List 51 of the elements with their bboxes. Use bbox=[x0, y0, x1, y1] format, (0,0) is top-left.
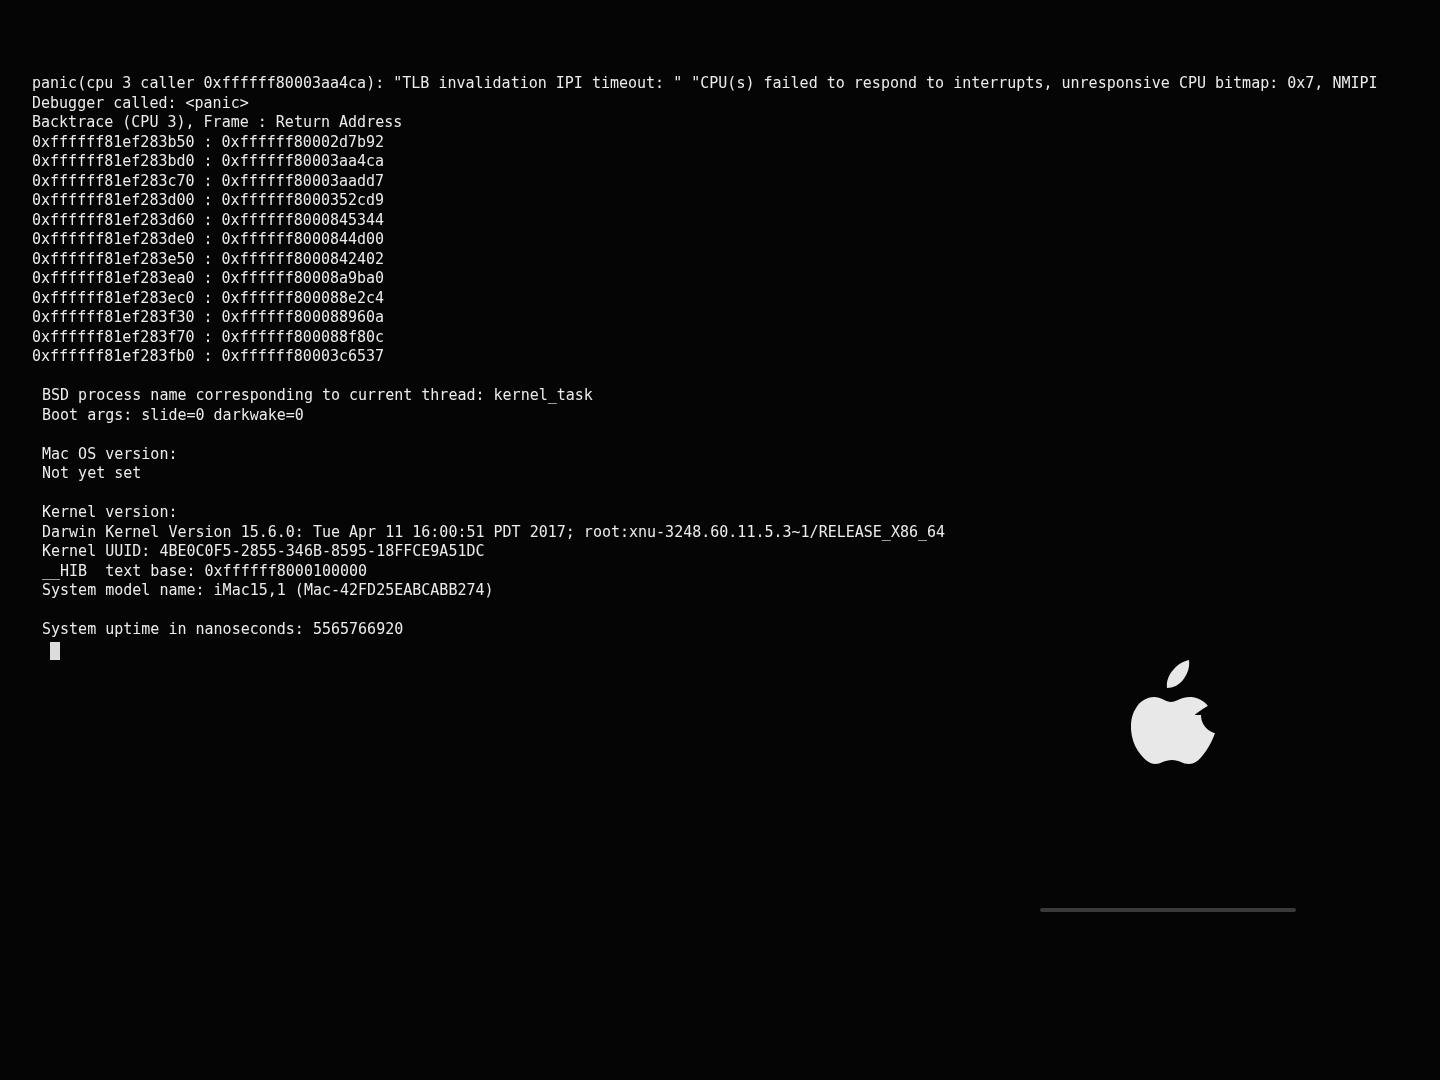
separator: : bbox=[203, 171, 213, 191]
log-line: Backtrace (CPU 3), Frame : Return Address bbox=[32, 113, 404, 133]
frame-address: 0xffffff81ef283bd0 bbox=[32, 152, 195, 172]
return-address: 0xffffff80002d7b92 bbox=[221, 132, 385, 152]
return-address: 0xffffff8000352cd9 bbox=[221, 191, 385, 211]
return-address: 0xffffff800088960a bbox=[221, 308, 385, 328]
separator: : bbox=[203, 191, 213, 211]
separator: : bbox=[203, 132, 213, 152]
frame-address: 0xffffff81ef283b50 bbox=[32, 132, 195, 152]
return-address: 0xffffff800088e2c4 bbox=[221, 288, 385, 308]
return-address: 0xffffff80003c6537 bbox=[221, 347, 385, 367]
log-line: Debugger called: <panic> bbox=[32, 93, 250, 113]
log-line: Boot args: slide=0 darkwake=0 bbox=[42, 405, 305, 425]
log-line: Mac OS version: bbox=[42, 444, 179, 464]
log-line: Darwin Kernel Version 15.6.0: Tue Apr 11 16:00:51 PDT 2017; root:xnu-3248.60.11.5.3~1/RELEASE_X86_64 bbox=[42, 522, 947, 542]
separator: : bbox=[203, 230, 213, 250]
separator: : bbox=[203, 269, 213, 289]
apple-icon bbox=[1131, 660, 1215, 764]
log-line: BSD process name corresponding to current thread: kernel_task bbox=[42, 386, 594, 406]
frame-address: 0xffffff81ef283d00 bbox=[32, 191, 195, 211]
frame-address: 0xffffff81ef283e50 bbox=[32, 249, 195, 269]
frame-address: 0xffffff81ef283de0 bbox=[32, 230, 195, 250]
separator: : bbox=[203, 308, 213, 328]
text-cursor bbox=[50, 641, 60, 660]
separator: : bbox=[203, 249, 213, 269]
return-address: 0xffffff8000842402 bbox=[221, 249, 385, 269]
separator: : bbox=[203, 152, 213, 172]
separator: : bbox=[203, 327, 213, 347]
separator: : bbox=[203, 347, 213, 367]
frame-address: 0xffffff81ef283ea0 bbox=[32, 269, 195, 289]
return-address: 0xffffff80003aa4ca bbox=[221, 152, 385, 172]
frame-address: 0xffffff81ef283ec0 bbox=[32, 288, 195, 308]
frame-address: 0xffffff81ef283c70 bbox=[32, 171, 195, 191]
separator: : bbox=[203, 288, 213, 308]
return-address: 0xffffff8000844d00 bbox=[221, 230, 385, 250]
return-address: 0xffffff8000845344 bbox=[221, 210, 385, 230]
log-line: __HIB text base: 0xffffff8000100000 bbox=[42, 561, 369, 581]
frame-address: 0xffffff81ef283d60 bbox=[32, 210, 195, 230]
log-line: Kernel version: bbox=[42, 503, 179, 523]
return-address: 0xffffff80003aadd7 bbox=[221, 171, 385, 191]
log-line: panic(cpu 3 caller 0xffffff80003aa4ca): "TLB invalidation IPI timeout: " "CPU(s) failed to respond to interrupts, unresponsive CPU bitmap: 0x7, NMIPI bbox=[32, 74, 1379, 94]
separator: : bbox=[203, 210, 213, 230]
return-address: 0xffffff800088f80c bbox=[221, 327, 385, 347]
log-line: System uptime in nanoseconds: 5565766920 bbox=[42, 620, 405, 640]
frame-address: 0xffffff81ef283f30 bbox=[32, 308, 195, 328]
return-address: 0xffffff80008a9ba0 bbox=[221, 269, 385, 289]
frame-address: 0xffffff81ef283f70 bbox=[32, 327, 195, 347]
frame-address: 0xffffff81ef283fb0 bbox=[32, 347, 195, 367]
log-line: Not yet set bbox=[42, 464, 143, 484]
log-line: Kernel UUID: 4BE0C0F5-2855-346B-8595-18FFCE9A51DC bbox=[42, 542, 486, 562]
log-line: System model name: iMac15,1 (Mac-42FD25EABCABB274) bbox=[42, 581, 495, 601]
